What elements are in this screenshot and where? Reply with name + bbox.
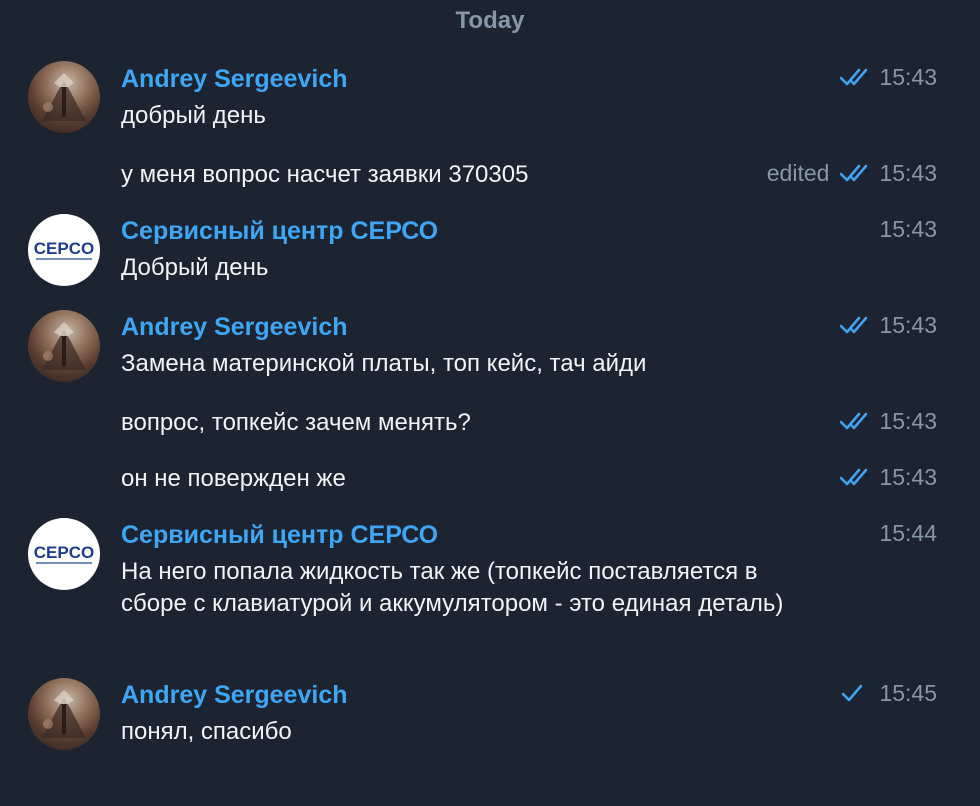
message-time: 15:43 bbox=[879, 311, 937, 338]
message-time: 15:43 bbox=[879, 159, 937, 186]
double-check-icon bbox=[839, 163, 869, 183]
message-time: 15:43 bbox=[879, 63, 937, 90]
message-time: 15:43 bbox=[879, 463, 937, 490]
logo-text: CEPCO bbox=[34, 543, 94, 562]
message-text: Добрый день bbox=[121, 254, 269, 281]
avatar[interactable]: CEPCO bbox=[28, 518, 100, 590]
message-text: На него попала жидкость так же (топкейс … bbox=[121, 558, 784, 617]
message-text: понял, спасибо bbox=[121, 718, 292, 745]
message-time: 15:45 bbox=[879, 679, 937, 706]
logo-text: CEPCO bbox=[34, 239, 94, 258]
message-time: 15:44 bbox=[879, 519, 937, 546]
message-meta: 15:44 bbox=[879, 518, 937, 548]
message-meta: 15:43 bbox=[839, 310, 937, 340]
avatar[interactable] bbox=[28, 61, 100, 133]
sender-name[interactable]: Andrey Sergeevich bbox=[121, 64, 348, 94]
chat-history: Today Andrey Sergeevich добрый день 15:4… bbox=[0, 0, 980, 806]
sender-name[interactable]: Сервисный центр СЕРСО bbox=[121, 216, 438, 246]
message-meta: edited 15:43 bbox=[767, 158, 937, 188]
message-text: Замена материнской платы, топ кейс, тач … bbox=[121, 350, 647, 377]
sender-name[interactable]: Сервисный центр СЕРСО bbox=[121, 520, 438, 550]
message-meta: 15:45 bbox=[839, 678, 937, 708]
avatar[interactable] bbox=[28, 310, 100, 382]
message-time: 15:43 bbox=[879, 215, 937, 242]
double-check-icon bbox=[839, 315, 869, 335]
edited-label: edited bbox=[766, 159, 830, 186]
message-time: 15:43 bbox=[879, 407, 937, 434]
message-text: вопрос, топкейс зачем менять? bbox=[121, 409, 471, 436]
avatar[interactable]: CEPCO bbox=[28, 214, 100, 286]
sender-name[interactable]: Andrey Sergeevich bbox=[121, 680, 348, 710]
cepco-logo-icon: CEPCO bbox=[34, 543, 94, 564]
photo-avatar-icon bbox=[42, 73, 86, 121]
message-meta: 15:43 bbox=[839, 406, 937, 436]
avatar[interactable] bbox=[28, 678, 100, 750]
message-meta: 15:43 bbox=[839, 62, 937, 92]
message-text: он не повержден же bbox=[121, 465, 346, 492]
sender-name[interactable]: Andrey Sergeevich bbox=[121, 312, 348, 342]
date-header: Today bbox=[455, 7, 525, 34]
message-meta: 15:43 bbox=[879, 214, 937, 244]
message-text: добрый день bbox=[121, 102, 266, 129]
message-text: у меня вопрос насчет заявки 370305 bbox=[121, 161, 529, 188]
cepco-logo-icon: CEPCO bbox=[34, 239, 94, 260]
single-check-icon bbox=[839, 683, 869, 703]
double-check-icon bbox=[839, 411, 869, 431]
double-check-icon bbox=[839, 467, 869, 487]
double-check-icon bbox=[839, 67, 869, 87]
message-meta: 15:43 bbox=[839, 462, 937, 492]
photo-avatar-icon bbox=[42, 690, 86, 738]
photo-avatar-icon bbox=[42, 322, 86, 370]
